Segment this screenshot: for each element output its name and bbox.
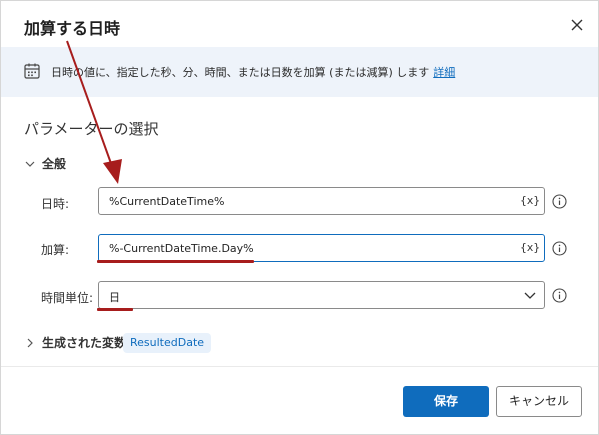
info-circle-icon[interactable]	[552, 241, 567, 256]
add-amount-input[interactable]: %-CurrentDateTime.Day% {x}	[98, 234, 545, 262]
add-amount-value: %-CurrentDateTime.Day%	[109, 242, 254, 255]
time-unit-value: 日	[109, 291, 120, 304]
cancel-button[interactable]: キャンセル	[496, 386, 582, 417]
save-button[interactable]: 保存	[403, 386, 489, 417]
chevron-down-icon[interactable]	[524, 291, 536, 301]
add-to-datetime-dialog: 加算する日時 日時の値に、指定した秒、分、時間、または日数を加算 (または減算)…	[0, 0, 599, 435]
datetime-input[interactable]: %CurrentDateTime% {x}	[98, 187, 545, 215]
dialog-title: 加算する日時	[24, 19, 121, 38]
datetime-label: 日時:	[41, 197, 70, 211]
info-bar: 日時の値に、指定した秒、分、時間、または日数を加算 (または減算) します 詳細	[1, 47, 598, 97]
info-circle-icon[interactable]	[552, 288, 567, 303]
info-text: 日時の値に、指定した秒、分、時間、または日数を加算 (または減算) します	[51, 66, 430, 79]
section-title: パラメーターの選択	[24, 120, 159, 138]
chevron-right-icon	[27, 338, 33, 347]
info-circle-icon[interactable]	[552, 194, 567, 209]
time-unit-dropdown[interactable]: 日	[98, 281, 545, 309]
general-group-toggle[interactable]: 全般	[24, 155, 66, 172]
add-amount-label: 加算:	[41, 243, 70, 257]
details-link[interactable]: 詳細	[433, 66, 455, 79]
calendar-icon	[24, 63, 40, 79]
info-description: 日時の値に、指定した秒、分、時間、または日数を加算 (または減算) します 詳細	[51, 64, 455, 80]
close-icon[interactable]	[567, 15, 587, 35]
variable-picker-button[interactable]: {x}	[520, 241, 540, 254]
produced-variables-label: 生成された変数	[42, 336, 127, 350]
chevron-down-icon	[25, 161, 35, 167]
annotation-underline	[97, 260, 254, 263]
general-group-label: 全般	[42, 157, 67, 171]
variable-picker-button[interactable]: {x}	[520, 194, 540, 207]
footer-divider	[1, 366, 598, 367]
resulted-date-variable[interactable]: ResultedDate	[123, 333, 212, 353]
datetime-value: %CurrentDateTime%	[109, 195, 225, 208]
annotation-underline	[97, 308, 133, 311]
time-unit-label: 時間単位:	[41, 291, 94, 305]
produced-variables-toggle[interactable]: 生成された変数	[24, 334, 126, 351]
